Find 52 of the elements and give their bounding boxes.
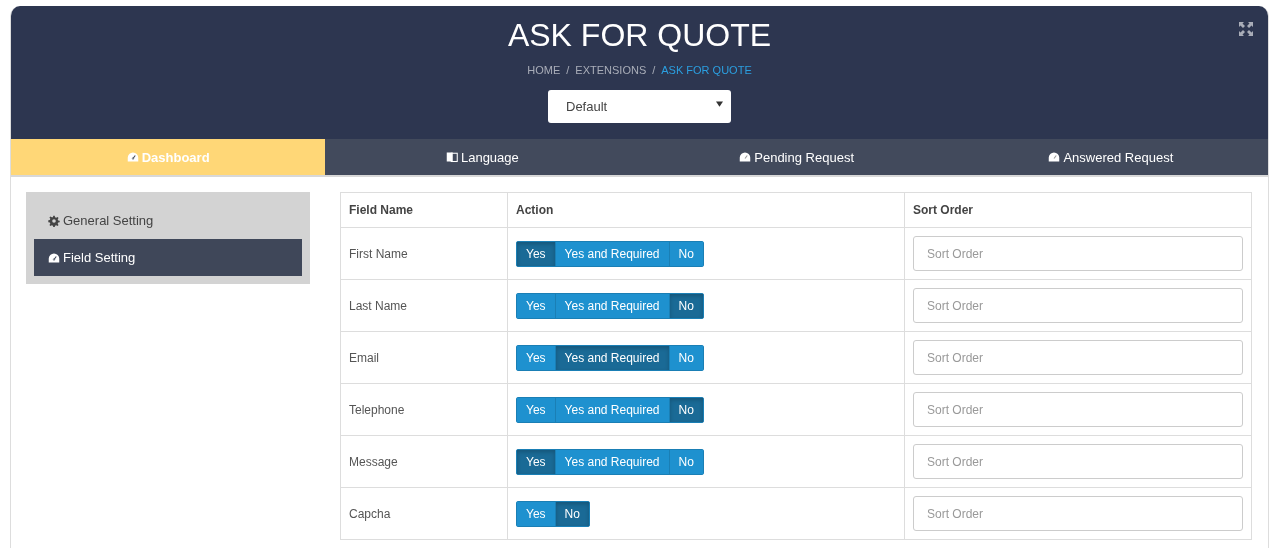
gear-icon [48, 214, 60, 227]
sidebar-item[interactable]: General Setting [34, 202, 302, 239]
sort-order-field[interactable]: Sort Order [913, 236, 1243, 271]
column-header: Field Name [340, 192, 508, 228]
sort-order-field[interactable]: Sort Order [913, 392, 1243, 427]
breadcrumb-link[interactable]: HOME [527, 64, 561, 76]
option-toggle[interactable]: Yes [516, 396, 556, 423]
option-toggle[interactable]: Yes and Required [554, 240, 670, 267]
field-name-cell: Capcha [340, 487, 508, 540]
field-name-cell: Email [340, 331, 508, 384]
caret-icon [716, 100, 723, 107]
dashboard-gauge-icon [739, 151, 752, 163]
page-title: ASK FOR QUOTE [507, 18, 772, 52]
store-select[interactable]: Default [548, 90, 731, 123]
sort-order-field[interactable]: Sort Order [913, 288, 1243, 323]
sort-order-field[interactable]: Sort Order [913, 444, 1243, 479]
expand-icon[interactable] [1238, 21, 1254, 37]
dashboard-gauge-icon [1048, 151, 1061, 163]
sort-order-field[interactable]: Sort Order [913, 496, 1243, 531]
option-toggle[interactable]: No [668, 344, 704, 371]
option-toggle[interactable]: No [668, 448, 704, 475]
option-toggle[interactable]: Yes [516, 344, 556, 371]
column-header: Sort Order [904, 192, 1252, 228]
option-toggle[interactable]: Yes [516, 448, 556, 475]
dashboard-gauge-icon [126, 151, 139, 163]
column-header: Action [507, 192, 905, 228]
option-toggle[interactable]: Yes and Required [554, 344, 670, 371]
option-toggle[interactable]: No [668, 396, 704, 423]
language-icon [445, 151, 458, 163]
option-toggle[interactable]: Yes and Required [554, 292, 670, 319]
option-toggle[interactable]: No [554, 500, 590, 527]
tab[interactable]: Language [325, 139, 640, 175]
tab[interactable]: Pending Request [639, 139, 954, 175]
field-name-cell: Message [340, 435, 508, 488]
sort-order-field[interactable]: Sort Order [913, 340, 1243, 375]
field-name-cell: First Name [340, 227, 508, 280]
sidebar-item[interactable]: Field Setting [34, 239, 302, 276]
option-toggle[interactable]: Yes [516, 240, 556, 267]
breadcrumb-separator: / [566, 64, 570, 76]
breadcrumb-separator: / [652, 64, 656, 76]
option-toggle[interactable]: Yes and Required [554, 448, 670, 475]
option-toggle[interactable]: Yes [516, 292, 556, 319]
breadcrumb-link[interactable]: ASK FOR QUOTE [661, 64, 752, 76]
dashboard-gauge-icon [48, 251, 60, 264]
option-toggle[interactable]: Yes and Required [554, 396, 670, 423]
option-toggle[interactable]: Yes [516, 500, 556, 527]
field-name-cell: Telephone [340, 383, 508, 436]
tab[interactable]: Answered Request [953, 139, 1268, 175]
option-toggle[interactable]: No [668, 240, 704, 267]
field-name-cell: Last Name [340, 279, 508, 332]
breadcrumb-link[interactable]: EXTENSIONS [575, 64, 647, 76]
option-toggle[interactable]: No [668, 292, 704, 319]
